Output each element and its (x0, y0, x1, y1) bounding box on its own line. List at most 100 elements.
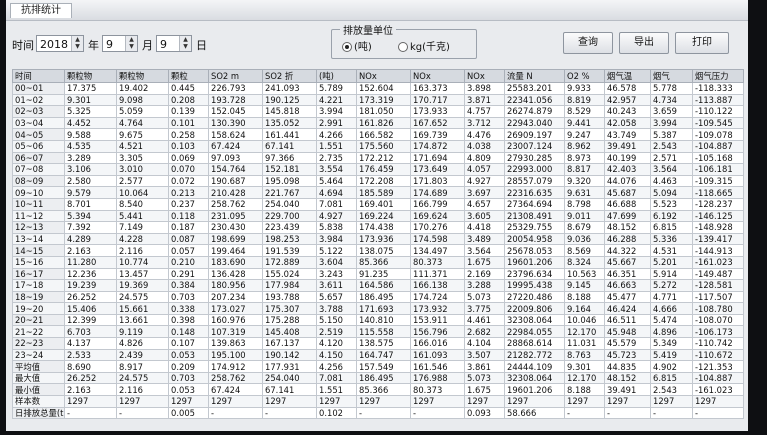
table-row[interactable]: 23~24 2.533 2.439 0.053 195.100 190.142 4.150 1… (12, 348, 744, 362)
column-header[interactable]: 烟气温 (604, 69, 651, 83)
table-row[interactable]: 01~02 9.301 9.098 0.208 193.728 190.125 4.221 1… (12, 93, 744, 107)
column-header[interactable]: 颗粒 (168, 69, 209, 83)
table-cell: 190.125 (262, 93, 317, 107)
query-button[interactable]: 查询 (563, 32, 613, 54)
spin-arrows-icon[interactable]: ▲ ▼ (71, 36, 83, 51)
table-cell: 2.519 (316, 325, 357, 339)
table-cell: 4.734 (650, 93, 693, 107)
table-row[interactable]: 19~20 15.406 15.661 0.338 173.027 175.307 3.78… (12, 302, 744, 315)
table-row[interactable]: 07~08 3.106 3.010 0.070 154.764 152.181 3.554 1… (12, 163, 744, 176)
column-header[interactable]: 颗粒物 (116, 69, 169, 83)
table-row[interactable]: 日排放总量(t) - -0.005- -0.102- -0.093 58.666- - - - (12, 406, 744, 420)
table-row[interactable]: 08~09 2.580 2.577 0.072 190.687 195.098 5.464 1… (12, 174, 744, 188)
export-button[interactable]: 导出 (619, 32, 669, 54)
radio-kg[interactable]: kg(千克) (398, 38, 450, 53)
column-header[interactable]: NOx (356, 69, 411, 83)
column-header[interactable]: SO2 折 (262, 69, 317, 83)
table-cell: 2.163 (64, 244, 117, 257)
table-cell: 3.605 (464, 209, 505, 223)
table-cell: 174.689 (410, 186, 465, 199)
window-tab[interactable]: 抗排统计 (10, 3, 72, 18)
table-cell: 23796.634 (504, 267, 565, 281)
radio-ton-label: (吨) (354, 42, 372, 53)
table-row[interactable]: 最小值 2.163 2.116 0.053 67.424 67.141 1.551 85.36… (12, 383, 744, 397)
emission-unit-label: 排放量单位 (340, 22, 396, 37)
month-spinbox[interactable]: 9 ▲ ▼ (102, 35, 138, 52)
column-header[interactable]: 颗粒物 (64, 69, 117, 83)
table-cell: 5.094 (650, 186, 693, 199)
radio-ton[interactable]: (吨) (342, 38, 372, 53)
table-cell: 7.149 (116, 221, 169, 234)
table-row[interactable]: 样本数 1297 1297 1297 1297 1297 1297 1297 1297 1297 1… (12, 395, 744, 408)
table-row[interactable]: 20~21 12.399 13.661 0.398 160.976 175.288 5.15… (12, 313, 744, 327)
column-header[interactable]: 流量 N (504, 69, 565, 83)
table-row[interactable]: 00~01 17.375 19.402 0.445 226.793 241.093 5.78… (12, 82, 744, 95)
column-header[interactable]: SO2 m (208, 69, 263, 83)
column-header[interactable]: NOx (464, 69, 505, 83)
table-row[interactable]: 05~06 4.535 4.521 0.103 67.424 67.141 1.551 175… (12, 139, 744, 153)
table-row[interactable]: 11~12 5.394 5.441 0.118 231.095 229.700 4.927 1… (12, 209, 744, 223)
day-spinbox[interactable]: 9 ▲ ▼ (156, 35, 192, 52)
table-cell: 145.408 (262, 325, 317, 339)
table-cell: 15.406 (64, 302, 117, 315)
table-cell: 254.040 (262, 197, 317, 211)
table-cell: 8.701 (64, 197, 117, 211)
table-row[interactable]: 14~15 2.163 2.116 0.057 199.464 191.539 5.122 1… (12, 244, 744, 257)
table-cell: 166.799 (410, 197, 465, 211)
table-cell: 24.575 (116, 290, 169, 304)
year-spinbox[interactable]: 2018 ▲ ▼ (36, 35, 84, 52)
table-row[interactable]: 21~22 6.703 9.119 0.148 107.319 145.408 2.519 1… (12, 325, 744, 339)
table-row[interactable]: 16~17 12.236 13.457 0.291 136.428 155.024 3.24… (12, 267, 744, 281)
table-cell: 254.040 (262, 371, 317, 385)
table-cell: 0.101 (168, 116, 209, 130)
table-cell: 4.137 (64, 337, 117, 350)
table-row[interactable]: 06~07 3.289 3.305 0.069 97.093 97.366 2.735 172… (12, 151, 744, 165)
table-cell: 0.237 (168, 197, 209, 211)
table-row[interactable]: 17~18 19.239 19.369 0.384 180.956 177.984 3.61… (12, 279, 744, 292)
table-cell: 0.209 (168, 360, 209, 373)
table-row[interactable]: 02~03 5.325 5.059 0.139 152.045 145.818 3.994 1… (12, 105, 744, 118)
table-cell: 5.387 (650, 128, 693, 141)
table-cell: 173.649 (410, 163, 465, 176)
table-cell: 19.239 (64, 279, 117, 292)
table-cell: 9.301 (564, 360, 605, 373)
column-header[interactable]: 时间 (12, 69, 65, 83)
table-row[interactable]: 12~13 7.392 7.149 0.187 230.430 223.439 5.838 1… (12, 221, 744, 234)
column-header[interactable]: 烟气压力 (692, 69, 744, 83)
table-cell: 8.690 (64, 360, 117, 373)
table-row[interactable]: 最大值 26.252 24.575 0.703 258.762 254.040 7.081 1… (12, 371, 744, 385)
table-cell: 3.106 (64, 163, 117, 176)
spin-arrows-icon[interactable]: ▲ ▼ (179, 36, 191, 51)
table-row[interactable]: 15~16 11.280 10.774 0.210 183.690 172.889 3.60… (12, 255, 744, 269)
table-cell: -104.887 (692, 139, 744, 153)
table-cell: 12.399 (64, 313, 117, 327)
table-cell: 28868.614 (504, 337, 565, 350)
table-cell: 07~08 (12, 163, 65, 176)
table-cell: 67.141 (262, 383, 317, 397)
print-button[interactable]: 打印 (675, 32, 729, 54)
table-cell: 176.459 (356, 163, 411, 176)
table-cell: 日排放总量(t) (12, 406, 65, 420)
table-row[interactable]: 03~04 4.452 4.764 0.101 130.390 135.052 2.991 1… (12, 116, 744, 130)
table-row[interactable]: 10~11 8.701 8.540 0.237 258.762 254.040 7.081 1… (12, 197, 744, 211)
table-row[interactable]: 04~05 9.588 9.675 0.258 158.624 161.441 4.266 1… (12, 128, 744, 141)
column-header[interactable]: (吨) (316, 69, 357, 83)
table-row[interactable]: 平均值 8.690 8.917 0.209 174.912 177.931 4.256 157… (12, 360, 744, 373)
column-header[interactable]: O2 % (564, 69, 605, 83)
column-header[interactable]: NOx (410, 69, 465, 83)
table-cell: 8.962 (564, 139, 605, 153)
table-cell: -106.173 (692, 325, 744, 339)
table-cell: 0.093 (464, 406, 505, 420)
table-cell: 2.577 (116, 174, 169, 188)
table-row[interactable]: 13~14 4.289 4.228 0.087 198.699 198.253 3.984 1… (12, 232, 744, 246)
column-header[interactable]: 烟气 (650, 69, 693, 83)
table-cell: 13.661 (116, 313, 169, 327)
table-cell: 9.675 (116, 128, 169, 141)
table-row[interactable]: 22~23 4.137 4.826 0.107 139.863 167.137 4.120 1… (12, 337, 744, 350)
table-row[interactable]: 09~10 9.579 10.064 0.213 210.428 221.767 4.694… (12, 186, 744, 199)
table-cell: 2.682 (464, 325, 505, 339)
spin-arrows-icon[interactable]: ▲ ▼ (125, 36, 137, 51)
table-cell: 8.679 (564, 221, 605, 234)
table-cell: 9.098 (116, 93, 169, 107)
table-row[interactable]: 18~19 26.252 24.575 0.703 207.234 193.788 5.65… (12, 290, 744, 304)
